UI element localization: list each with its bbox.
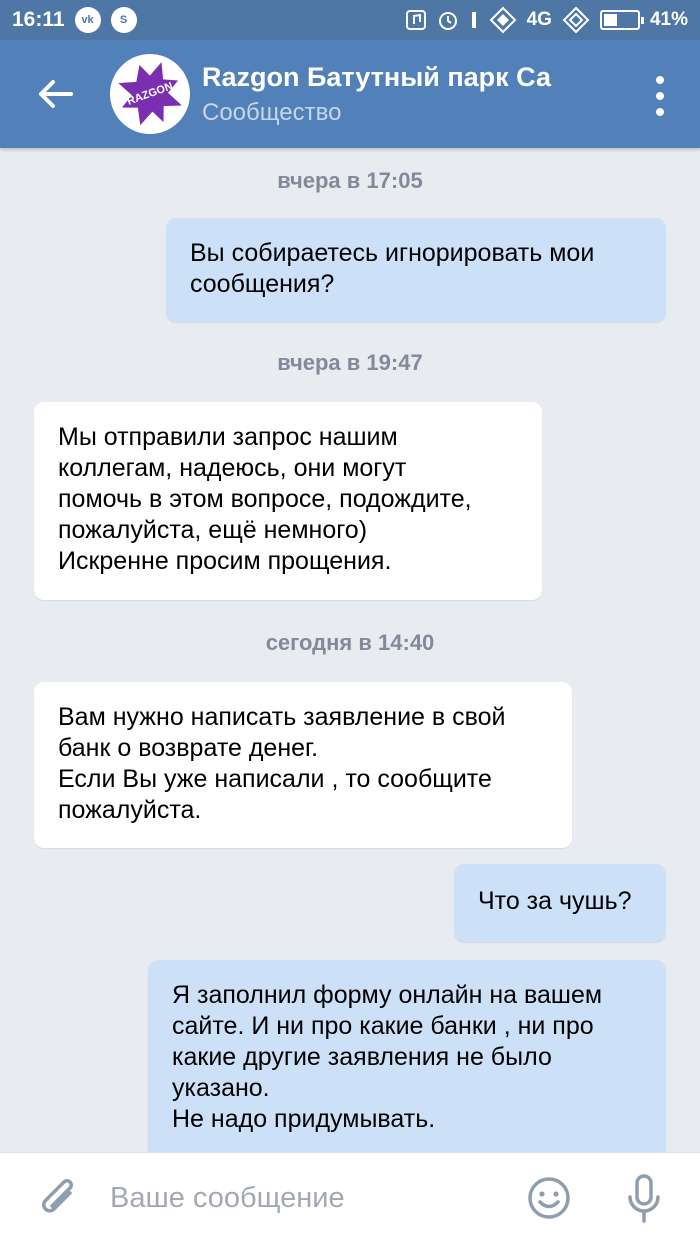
status-time: 16:11 xyxy=(12,8,65,31)
message-line: какие другие заявления не было xyxy=(172,1043,552,1071)
signal-icon xyxy=(489,6,517,34)
avatar-logo-text: RAZGON xyxy=(125,80,175,108)
more-options-button[interactable] xyxy=(650,76,670,116)
message-line: Искренне просим прощения. xyxy=(58,547,392,575)
music-icon xyxy=(405,10,426,30)
shazam-notification-icon: S xyxy=(110,7,137,33)
message-input[interactable] xyxy=(110,1182,490,1215)
chat-header: RAZGON Razgon Батутный парк Са Сообществ… xyxy=(0,40,700,148)
microphone-icon xyxy=(628,1174,660,1223)
more-dot-icon xyxy=(656,76,664,84)
message-line: сайте. И ни про какие банки , ни про xyxy=(172,1012,594,1040)
message-input-bar xyxy=(0,1152,700,1244)
voice-message-button[interactable] xyxy=(624,1173,664,1230)
message-line: Я заполнил форму онлайн на вашем xyxy=(172,981,603,1009)
status-bar: 16:11 vk S 4G 41% xyxy=(0,0,700,40)
smiley-icon xyxy=(528,1177,570,1219)
arrow-back-icon xyxy=(39,80,73,108)
incoming-message[interactable]: Вам нужно написать заявление в свой банк… xyxy=(34,682,572,848)
message-line: указано. xyxy=(172,1074,270,1102)
message-line: Что за чушь? xyxy=(478,887,632,915)
header-titles[interactable]: Razgon Батутный парк Са Сообщество xyxy=(202,62,582,127)
chat-subtitle: Сообщество xyxy=(202,98,342,126)
back-button[interactable] xyxy=(0,40,110,148)
chat-title: Razgon Батутный парк Са xyxy=(202,61,552,92)
message-line: пожалуйста, ещё немного) xyxy=(58,516,368,544)
message-line: Если Вы уже написали , то сообщите xyxy=(58,765,492,793)
battery-percent: 41% xyxy=(649,9,688,30)
vk-notification-icon: vk xyxy=(74,7,101,33)
message-line: сообщения? xyxy=(190,270,335,298)
outgoing-message[interactable]: Вы собираетесь игнорировать мои сообщени… xyxy=(166,218,666,322)
more-dot-icon xyxy=(656,108,664,116)
message-line: Не надо придумывать. xyxy=(172,1105,436,1133)
alarm-icon xyxy=(438,12,457,30)
message-line: пожалуйста. xyxy=(58,796,202,824)
signal-icon-2 xyxy=(562,6,590,34)
attach-button[interactable] xyxy=(30,1175,90,1223)
message-line: коллегам, надеюсь, они могут xyxy=(58,454,407,482)
message-line: Вы собираетесь игнорировать мои xyxy=(190,239,595,267)
battery-icon xyxy=(599,10,644,30)
message-line: Вам нужно написать заявление в свой xyxy=(58,703,506,731)
emoji-button[interactable] xyxy=(526,1175,572,1226)
date-separator: вчера в 17:05 xyxy=(277,168,423,193)
message-line: банк о возврате денег. xyxy=(58,734,319,762)
date-separator: сегодня в 14:40 xyxy=(265,630,435,655)
network-type: 4G xyxy=(526,9,552,30)
message-line: помочь в этом вопросе, подождите, xyxy=(58,485,472,513)
outgoing-message[interactable]: Я заполнил форму онлайн на вашем сайте. … xyxy=(148,960,666,1170)
incoming-message[interactable]: Мы отправили запрос нашим коллегам, наде… xyxy=(34,402,542,600)
date-separator: вчера в 19:47 xyxy=(277,350,423,375)
vibrate-icon xyxy=(471,12,476,28)
paperclip-icon xyxy=(42,1178,73,1212)
community-avatar[interactable]: RAZGON xyxy=(110,54,190,134)
message-line: Мы отправили запрос нашим xyxy=(58,423,398,451)
more-dot-icon xyxy=(656,92,664,100)
outgoing-message[interactable]: Что за чушь? xyxy=(454,864,666,942)
